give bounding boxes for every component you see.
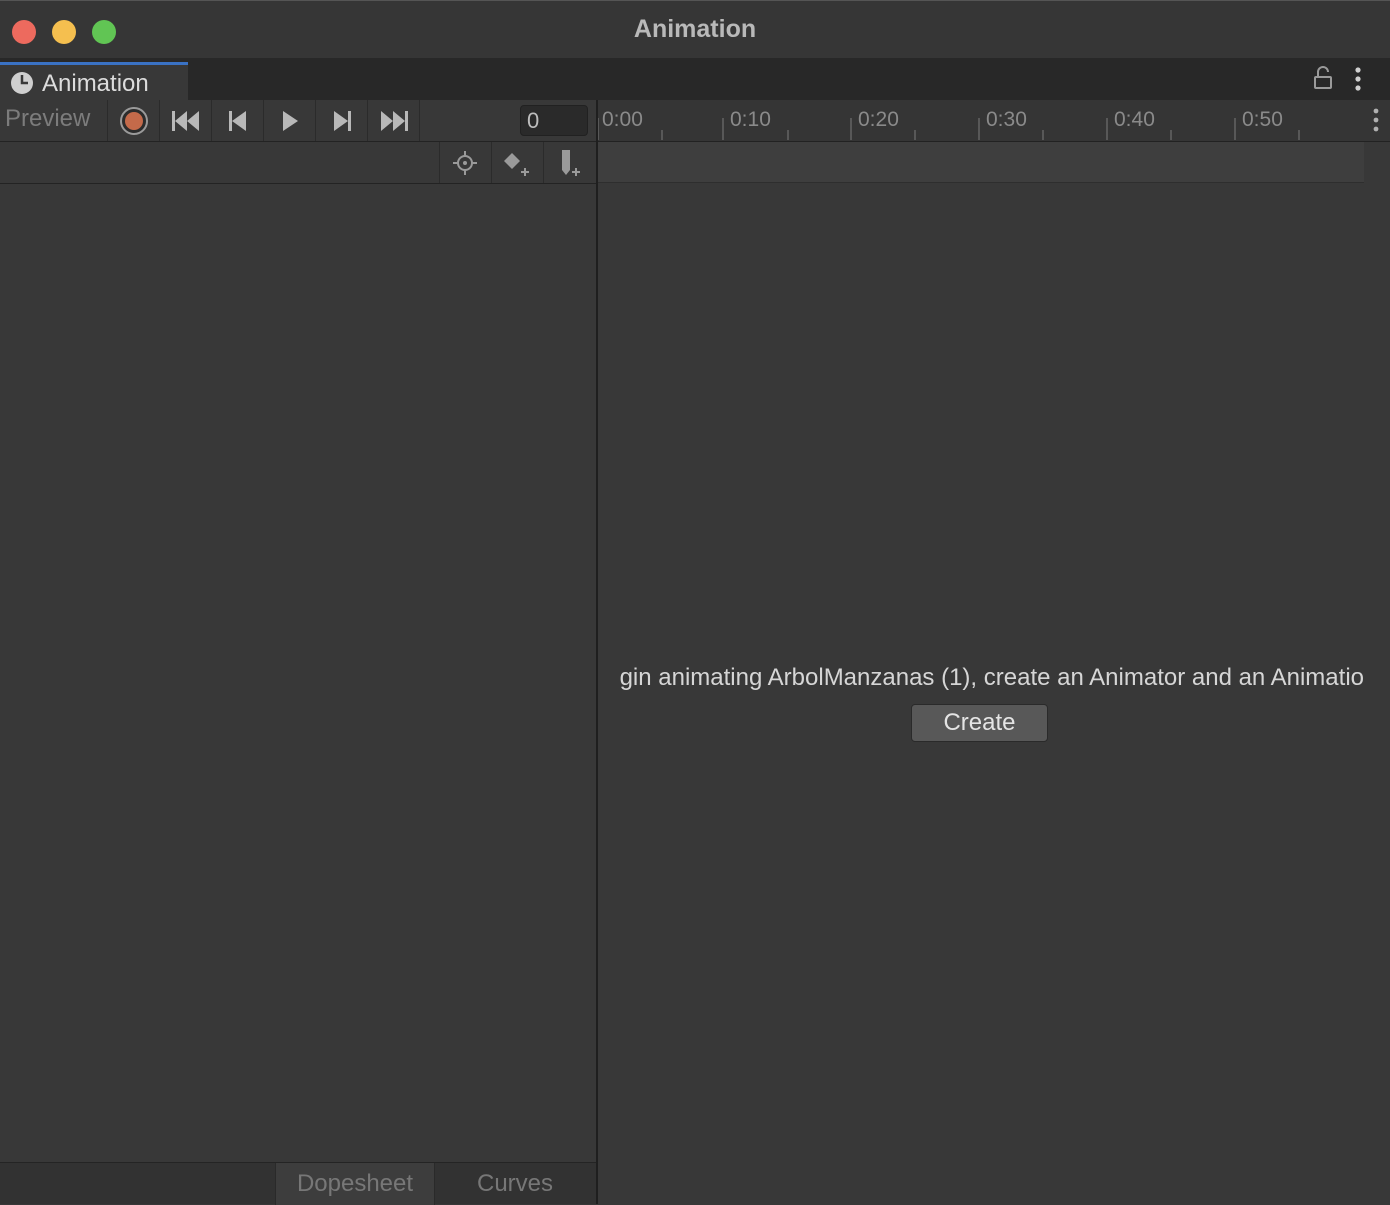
tab-dopesheet[interactable]: Dopesheet xyxy=(275,1163,435,1205)
filter-target-icon xyxy=(452,150,477,175)
last-frame-icon xyxy=(380,110,408,131)
tab-bar: Animation xyxy=(0,58,1390,100)
timeline-area: gin animating ArbolManzanas (1), create … xyxy=(598,183,1390,1204)
add-keyframe-icon xyxy=(503,152,529,176)
playback-toolbar: Preview 0 xyxy=(0,100,596,142)
play-button[interactable] xyxy=(264,100,316,141)
last-frame-button[interactable] xyxy=(368,100,420,141)
frame-field[interactable]: 0 xyxy=(520,105,588,136)
more-options-icon[interactable] xyxy=(1350,66,1366,92)
add-keyframe-button[interactable] xyxy=(491,142,541,183)
next-frame-button[interactable] xyxy=(316,100,368,141)
tab-animation[interactable]: Animation xyxy=(0,62,188,100)
ruler-label: 0:10 xyxy=(730,108,771,131)
view-mode-bar: Dopesheet Curves xyxy=(0,1162,596,1205)
ruler-label: 0:00 xyxy=(602,108,643,131)
play-icon xyxy=(282,110,298,131)
window-titlebar: Animation xyxy=(0,0,1390,58)
add-event-button[interactable] xyxy=(543,142,596,183)
add-event-icon xyxy=(562,149,580,176)
preview-toggle[interactable]: Preview xyxy=(0,100,108,141)
ruler-label: 0:20 xyxy=(858,108,899,131)
property-toolbar xyxy=(0,142,596,184)
record-icon xyxy=(119,106,148,135)
ruler-label: 0:40 xyxy=(1114,108,1155,131)
prev-frame-icon xyxy=(228,110,246,131)
lock-icon[interactable] xyxy=(1312,66,1334,90)
clock-icon xyxy=(11,72,33,94)
create-button[interactable]: Create xyxy=(911,704,1048,742)
ruler-label: 0:30 xyxy=(986,108,1027,131)
filter-target-button[interactable] xyxy=(439,142,489,183)
prev-frame-button[interactable] xyxy=(212,100,264,141)
first-frame-icon xyxy=(171,110,199,131)
preview-label: Preview xyxy=(5,105,91,132)
tab-label: Animation xyxy=(42,70,149,97)
window-title: Animation xyxy=(633,15,757,43)
event-strip[interactable] xyxy=(598,142,1364,183)
tab-curves[interactable]: Curves xyxy=(435,1163,595,1205)
time-ruler[interactable]: 0:00 0:10 0:20 0:30 0:40 0:50 xyxy=(598,100,1390,142)
record-button[interactable] xyxy=(108,100,160,141)
timeline-options-icon[interactable] xyxy=(1368,106,1384,134)
property-list-panel xyxy=(0,184,596,1162)
ruler-label: 0:50 xyxy=(1242,108,1283,131)
create-clip-message: gin animating ArbolManzanas (1), create … xyxy=(619,664,1364,691)
first-frame-button[interactable] xyxy=(160,100,212,141)
next-frame-icon xyxy=(333,110,351,131)
